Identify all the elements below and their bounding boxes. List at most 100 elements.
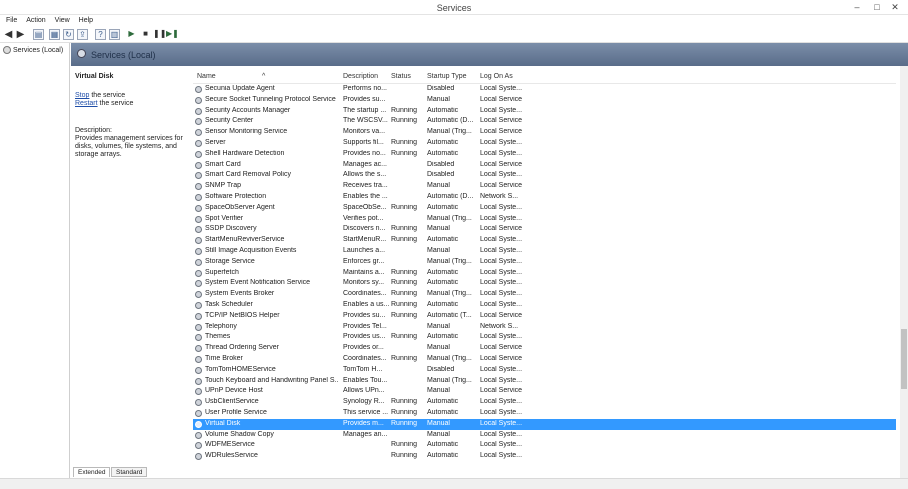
table-row[interactable]: Thread Ordering Server Provides or... Manu… <box>193 343 896 354</box>
service-description: Enforces gr... <box>343 257 385 265</box>
service-startup-type: Automatic <box>427 139 459 146</box>
tree-item-services-local[interactable]: Services (Local) <box>3 46 63 54</box>
service-description: Enables Tou... <box>343 376 388 384</box>
restart-service-link[interactable]: Restart <box>75 100 98 107</box>
table-row[interactable]: Still Image Acquisition Events Launches a… <box>193 246 896 257</box>
column-status[interactable]: Status <box>391 73 411 80</box>
service-status: Running <box>391 139 418 146</box>
menu-file[interactable]: File <box>5 15 18 26</box>
table-row[interactable]: Secure Socket Tunneling Protocol Service… <box>193 95 896 106</box>
table-row[interactable]: Time Broker Coordinates... Running Manual (… <box>193 354 896 365</box>
table-row[interactable]: WDFMEService Running Automatic Local Syste.… <box>193 440 896 451</box>
help-icon[interactable]: ? <box>95 29 106 40</box>
table-row[interactable]: TCP/IP NetBIOS Helper Provides su... Runni… <box>193 311 896 322</box>
table-row[interactable]: UPnP Device Host Allows UPn... Manual Local… <box>193 386 896 397</box>
service-log-on-as: Local Syste... <box>480 247 523 254</box>
service-log-on-as: Local Syste... <box>480 376 523 384</box>
table-row[interactable]: Sensor Monitoring Service Monitors va... M… <box>193 127 896 138</box>
column-name[interactable]: Name <box>197 73 216 80</box>
pause-service-icon[interactable]: ❚❚ <box>153 29 166 40</box>
column-log-on-as[interactable]: Log On As <box>480 73 513 80</box>
table-row[interactable]: Superfetch Maintains a... Running Automatic… <box>193 268 896 279</box>
stop-service-link[interactable]: Stop <box>75 92 89 99</box>
service-gear-icon <box>195 172 202 180</box>
service-description: The WSCSV... <box>343 117 388 125</box>
table-row[interactable]: WDRulesService Running Automatic Local Syst… <box>193 451 896 462</box>
service-startup-type: Manual <box>427 247 450 254</box>
column-description[interactable]: Description <box>343 73 378 80</box>
menu-view[interactable]: View <box>54 15 71 26</box>
vertical-scrollbar[interactable] <box>900 66 908 478</box>
table-row[interactable]: Security Center The WSCSV... Running Automa… <box>193 116 896 127</box>
service-name: User Profile Service <box>205 409 267 416</box>
service-description: Manages an... <box>343 430 388 438</box>
table-row[interactable]: UsbClientService Synology R... Running Auto… <box>193 397 896 408</box>
service-startup-type: Disabled <box>427 365 455 373</box>
table-row[interactable]: System Events Broker Coordinates... Runnin… <box>193 289 896 300</box>
service-gear-icon <box>195 377 202 385</box>
table-row[interactable]: Themes Provides us... Running Automatic Loca… <box>193 332 896 343</box>
table-row[interactable]: System Event Notification Service Monitor… <box>193 278 896 289</box>
table-row[interactable]: Shell Hardware Detection Provides no... Ru… <box>193 149 896 160</box>
table-row[interactable]: Telephony Provides Tel... Manual Network S.… <box>193 322 896 333</box>
restart-service-icon[interactable]: ▶❚ <box>166 29 179 40</box>
console-tree: Services (Local) <box>0 43 70 478</box>
services-list: ^ Name Description Status Startup Type L… <box>193 66 896 463</box>
menu-help[interactable]: Help <box>78 15 94 26</box>
scrollbar-thumb[interactable] <box>901 329 907 389</box>
table-row[interactable]: Task Scheduler Enables a us... Running Auto… <box>193 300 896 311</box>
service-name: Spot Verifier <box>205 214 244 222</box>
table-row[interactable]: Smart Card Removal Policy Allows the s...… <box>193 170 896 181</box>
stop-action: Stop the service <box>75 92 125 99</box>
forward-arrow-icon[interactable]: ▶ <box>15 29 26 40</box>
show-action-pane-icon[interactable]: ▥ <box>109 29 120 40</box>
service-startup-type: Manual (Trig... <box>427 257 472 265</box>
table-row[interactable]: Security Accounts Manager The startup ...… <box>193 106 896 117</box>
menu-action[interactable]: Action <box>25 15 46 26</box>
table-row[interactable]: SSDP Discovery Discovers n... Running Manua… <box>193 224 896 235</box>
stop-service-icon[interactable]: ■ <box>140 29 151 40</box>
table-row[interactable]: Storage Service Enforces gr... Manual (Tri… <box>193 257 896 268</box>
back-arrow-icon[interactable]: ◀ <box>3 29 14 40</box>
properties-icon[interactable]: ▦ <box>49 29 60 40</box>
table-row[interactable]: Secunia Update Agent Performs no... Disabl… <box>193 84 896 95</box>
service-log-on-as: Local Service <box>480 225 523 233</box>
service-description: Coordinates... <box>343 355 387 362</box>
refresh-icon[interactable]: ↻ <box>63 29 74 40</box>
stop-action-suffix: the service <box>89 92 126 99</box>
table-row[interactable]: Spot Verifier Verifies pot... Manual (Trig… <box>193 214 896 225</box>
table-row[interactable]: SpaceObServer Agent SpaceObSe... Running Au… <box>193 203 896 214</box>
table-row[interactable]: Smart Card Manages ac... Disabled Local Ser… <box>193 160 896 171</box>
table-row[interactable]: Touch Keyboard and Handwriting Panel S..… <box>193 376 896 387</box>
minimize-button[interactable]: – <box>846 1 868 13</box>
table-row[interactable]: Server Supports fil... Running Automatic Loc… <box>193 138 896 149</box>
service-log-on-as: Local Syste... <box>480 279 523 287</box>
table-row[interactable]: User Profile Service This service ... Runn… <box>193 408 896 419</box>
start-service-icon[interactable]: ▶ <box>126 29 137 40</box>
table-row[interactable]: StartMenuReviverService StartMenuR... Runn… <box>193 235 896 246</box>
service-name: Shell Hardware Detection <box>205 149 285 157</box>
tab-standard[interactable]: Standard <box>111 467 148 477</box>
service-log-on-as: Local Syste... <box>480 257 523 265</box>
export-list-icon[interactable]: ⇪ <box>77 29 88 40</box>
table-row[interactable]: Virtual Disk Provides m... Running Manual Lo… <box>193 418 896 430</box>
close-button[interactable]: ✕ <box>884 1 906 13</box>
table-row[interactable]: SNMP Trap Receives tra... Manual Local Serv… <box>193 181 896 192</box>
service-startup-type: Manual <box>427 344 450 352</box>
tab-extended[interactable]: Extended <box>73 467 111 477</box>
service-startup-type: Manual (Trig... <box>427 128 472 136</box>
table-row[interactable]: TomTomHOMEService TomTom H... Disabled Loca… <box>193 365 896 376</box>
service-name: Server <box>205 139 226 146</box>
service-description: Enables a us... <box>343 301 389 308</box>
service-description: This service ... <box>343 409 389 416</box>
table-row[interactable]: Volume Shadow Copy Manages an... Manual Loc… <box>193 430 896 441</box>
show-hide-console-tree-icon[interactable]: ▤ <box>33 29 44 40</box>
service-name: Virtual Disk <box>205 419 241 427</box>
column-startup-type[interactable]: Startup Type <box>427 73 467 80</box>
service-log-on-as: Local Syste... <box>480 149 523 157</box>
selected-service-name: Virtual Disk <box>75 73 114 80</box>
table-row[interactable]: Software Protection Enables the ... Automa… <box>193 192 896 203</box>
services-header: Services (Local) <box>71 43 908 66</box>
service-startup-type: Automatic <box>427 452 459 460</box>
service-description: Supports fil... <box>343 139 384 146</box>
